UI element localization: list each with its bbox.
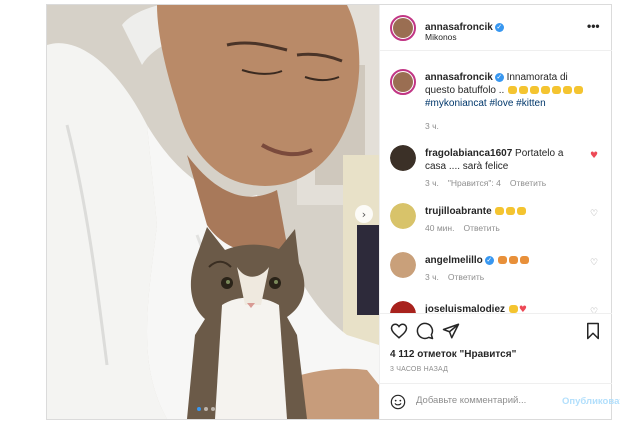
- comment-username[interactable]: trujilloabrante: [425, 206, 492, 217]
- comment: joseluismalodiez ♥ ♡: [390, 301, 604, 313]
- avatar[interactable]: [390, 301, 416, 313]
- post-details-panel: annasafroncik ✓ Mikonos ••• annasafroncik…: [379, 5, 620, 419]
- verified-icon: ✓: [494, 73, 504, 82]
- heart-icon[interactable]: ♡: [590, 209, 598, 219]
- avatar[interactable]: [390, 145, 416, 171]
- next-arrow-icon[interactable]: ›: [355, 205, 373, 223]
- more-icon[interactable]: •••: [587, 19, 600, 33]
- heart-icon[interactable]: [390, 322, 408, 340]
- caption-time[interactable]: 3 ч.: [425, 121, 439, 131]
- carousel-dots: [197, 407, 215, 411]
- comment-username[interactable]: angelmelillo: [425, 255, 483, 266]
- reply-button[interactable]: Ответить: [510, 178, 546, 188]
- comment-likes[interactable]: "Нравится": 4: [448, 178, 501, 188]
- reply-button[interactable]: Ответить: [463, 223, 499, 233]
- caption-hashtags[interactable]: #mykoniancat #love #kitten: [425, 98, 546, 109]
- post-timestamp[interactable]: 3 ЧАСОВ НАЗАД: [390, 366, 448, 373]
- post-photo[interactable]: ›: [47, 5, 379, 419]
- comment-icon[interactable]: [416, 322, 434, 340]
- carousel-dot: [197, 407, 201, 411]
- reply-button[interactable]: Ответить: [448, 272, 484, 282]
- verified-icon: ✓: [484, 256, 494, 265]
- comment-input[interactable]: [416, 395, 556, 406]
- avatar[interactable]: [390, 203, 416, 229]
- carousel-dot: [211, 407, 215, 411]
- avatar[interactable]: [390, 252, 416, 278]
- post-header: annasafroncik ✓ Mikonos •••: [380, 5, 612, 51]
- avatar[interactable]: [390, 69, 416, 95]
- comment-time[interactable]: 3 ч.: [425, 272, 439, 282]
- post-card: › annasafroncik ✓ Mikonos ••• annasafronc…: [46, 4, 620, 420]
- heart-icon[interactable]: ♥: [590, 151, 598, 161]
- photo-illustration: [47, 5, 379, 419]
- caption-username[interactable]: annasafroncik: [425, 72, 493, 83]
- bookmark-icon[interactable]: [584, 322, 602, 340]
- actions-bar: 4 112 отметок "Нравится" 3 ЧАСОВ НАЗАД: [380, 313, 612, 393]
- location-link[interactable]: Mikonos: [425, 32, 457, 42]
- carousel-dot: [204, 407, 208, 411]
- emoji-icon[interactable]: [390, 394, 406, 410]
- avatar[interactable]: [390, 15, 416, 41]
- comment-time[interactable]: 40 мин.: [425, 223, 454, 233]
- add-comment-bar: Опубликовать: [380, 383, 620, 419]
- verified-icon: ✓: [494, 23, 504, 32]
- post-comment-button[interactable]: Опубликовать: [562, 396, 620, 407]
- comment-username[interactable]: fragolabianca1607: [425, 148, 512, 159]
- heart-icon[interactable]: ♡: [590, 258, 598, 268]
- share-icon[interactable]: [442, 322, 460, 340]
- likes-count[interactable]: 4 112 отметок "Нравится": [390, 349, 516, 360]
- comment-username[interactable]: joseluismalodiez: [425, 304, 505, 313]
- comment-time[interactable]: 3 ч.: [425, 178, 439, 188]
